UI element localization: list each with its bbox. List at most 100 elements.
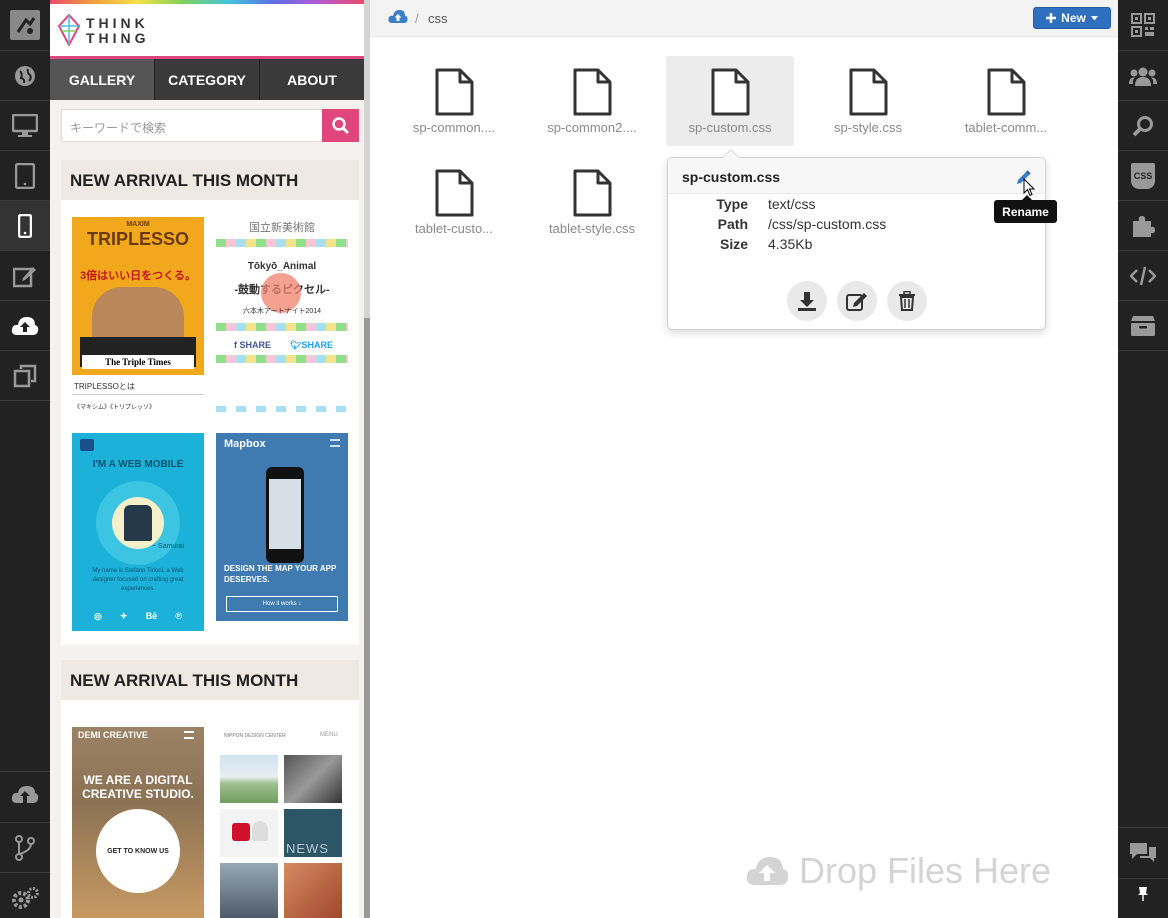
- search-button[interactable]: [1118, 101, 1168, 151]
- web-mobile-label: I'M A WEB MOBILE: [92, 459, 184, 470]
- thumb-triplesso[interactable]: MAXIM TRIPLESSO 3倍はいい日をつくる。 The Triple T…: [72, 217, 204, 415]
- users-icon: [1129, 67, 1157, 86]
- thumb-web-mobile[interactable]: I'M A WEB MOBILE ~ Samurai My name is St…: [72, 433, 204, 631]
- samurai-icon: [124, 505, 152, 541]
- file-item[interactable]: tablet-comm...: [942, 56, 1070, 146]
- desktop-view-button[interactable]: [0, 101, 50, 151]
- maxim-label: MAXIM: [126, 221, 150, 228]
- file-browser: / css New sp-common.... sp-common2.... s…: [370, 0, 1118, 918]
- new-button[interactable]: New: [1033, 7, 1111, 29]
- code-button[interactable]: [1118, 251, 1168, 301]
- popover-title: sp-custom.css: [682, 169, 781, 185]
- qr-code-button[interactable]: [1118, 0, 1168, 50]
- settings-button[interactable]: [0, 873, 50, 918]
- nippon-label: NIPPON DESIGN CENTER: [224, 733, 286, 739]
- behance-icon[interactable]: Bē: [146, 611, 158, 622]
- file-item[interactable]: sp-common2....: [528, 56, 656, 146]
- drop-zone[interactable]: Drop Files Here: [745, 850, 1051, 892]
- file-icon: [711, 68, 750, 116]
- users-button[interactable]: [1118, 51, 1168, 101]
- file-icon: [435, 68, 474, 116]
- mapbox-how-button[interactable]: How it works ↓: [226, 596, 338, 612]
- thumb-demi-creative[interactable]: DEMI CREATIVE WE ARE A DIGITAL CREATIVE …: [72, 727, 204, 918]
- search-icon: [1132, 116, 1153, 137]
- file-name: tablet-style.css: [549, 221, 635, 236]
- clone-button[interactable]: [0, 351, 50, 401]
- nav-category[interactable]: CATEGORY: [155, 59, 260, 100]
- thumb-tokyo-animal[interactable]: 国立新美術館 Tōkyō_Animal -鼓動するピクセル- 六本木アートナイト…: [216, 217, 348, 415]
- pin-button[interactable]: [1118, 870, 1168, 918]
- download-icon: [798, 292, 816, 311]
- delete-button[interactable]: [887, 281, 927, 321]
- twitter-icon: 🐦︎: [290, 340, 302, 350]
- file-icon: [435, 169, 474, 217]
- mobile-view-button[interactable]: [0, 201, 50, 251]
- preview-search: キーワードで検索: [61, 109, 359, 142]
- logo-text[interactable]: THINK THING: [86, 16, 186, 46]
- mobile-icon: [18, 214, 32, 238]
- globe-button[interactable]: [0, 51, 50, 101]
- pinterest-icon[interactable]: ℗: [175, 611, 182, 622]
- triple-times-label: The Triple Times: [82, 355, 194, 369]
- download-button[interactable]: [787, 281, 827, 321]
- new-button-label: New: [1061, 11, 1086, 25]
- search-input[interactable]: キーワードで検索: [61, 109, 323, 142]
- css-button[interactable]: CSS: [1118, 151, 1168, 201]
- hamburger-icon[interactable]: [184, 731, 194, 739]
- tablet-view-button[interactable]: [0, 151, 50, 201]
- gear-icon: [12, 887, 39, 909]
- news-label: NEWS: [286, 841, 329, 856]
- cloud-upload-icon[interactable]: [388, 9, 408, 25]
- nav-about[interactable]: ABOUT: [260, 59, 364, 100]
- share-facebook[interactable]: f SHARE: [234, 340, 271, 350]
- share-twitter[interactable]: 🐦︎SHARE: [290, 340, 333, 351]
- search-button[interactable]: [322, 109, 359, 142]
- think-thing-logo-icon: [58, 14, 80, 46]
- desktop-icon: [12, 114, 38, 137]
- caret-down-icon: [1090, 15, 1098, 20]
- path-value: /css/sp-custom.css: [768, 216, 887, 232]
- triplesso-link[interactable]: TRIPLESSOとは: [74, 381, 135, 392]
- demi-label: DEMI CREATIVE: [78, 730, 148, 740]
- file-item[interactable]: sp-style.css: [804, 56, 932, 146]
- plugins-button[interactable]: [1118, 201, 1168, 251]
- git-branch-icon: [15, 835, 35, 861]
- samurai-signature: ~ Samurai: [152, 543, 185, 550]
- dribbble-icon[interactable]: ◎: [94, 611, 102, 622]
- hamburger-icon[interactable]: [330, 439, 340, 447]
- thumb-mapbox[interactable]: Mapbox DESIGN THE MAP YOUR APP DESERVES.…: [216, 433, 348, 621]
- cloud-upload-icon: [11, 317, 39, 335]
- cloud-upload-icon: [746, 857, 789, 885]
- copy-icon: [13, 364, 37, 388]
- menu-icon: [80, 439, 94, 451]
- code-icon: [1130, 266, 1156, 286]
- drop-text: Drop Files Here: [799, 850, 1052, 891]
- upload-button[interactable]: [0, 301, 50, 351]
- triplesso-link2[interactable]: 《マキシム》《トリプレッソ》: [74, 402, 155, 411]
- artnight-label: 六本木アートナイト2014: [242, 308, 322, 315]
- css-icon: CSS: [1131, 163, 1155, 189]
- breadcrumb-current-dir[interactable]: css: [428, 11, 448, 26]
- nippon-menu[interactable]: MENU: [320, 732, 338, 738]
- size-value: 4.35Kb: [768, 236, 813, 252]
- git-branch-button[interactable]: [0, 823, 50, 873]
- file-icon: [987, 68, 1026, 116]
- app-logo-button[interactable]: [0, 0, 50, 50]
- preview-nav: GALLERY CATEGORY ABOUT: [50, 56, 364, 100]
- publish-button[interactable]: [0, 772, 50, 822]
- file-item-selected[interactable]: sp-custom.css: [666, 56, 794, 146]
- thumb-nippon-design[interactable]: NIPPON DESIGN CENTER MENU NEWS: [216, 727, 348, 918]
- twitter-icon[interactable]: ✦: [120, 611, 128, 622]
- file-item[interactable]: tablet-style.css: [528, 157, 656, 247]
- file-item[interactable]: tablet-custo...: [390, 157, 518, 247]
- nav-gallery[interactable]: GALLERY: [50, 59, 155, 100]
- chat-icon: [1130, 843, 1156, 862]
- edit-button[interactable]: [0, 251, 50, 301]
- demi-cta-button[interactable]: GET TO KNOW US: [96, 809, 180, 893]
- mapbox-label: Mapbox: [224, 438, 266, 450]
- edit-icon: [13, 267, 36, 288]
- file-item[interactable]: sp-common....: [390, 56, 518, 146]
- archive-button[interactable]: [1118, 301, 1168, 351]
- left-toolbar: [0, 0, 50, 918]
- edit-file-button[interactable]: [837, 281, 877, 321]
